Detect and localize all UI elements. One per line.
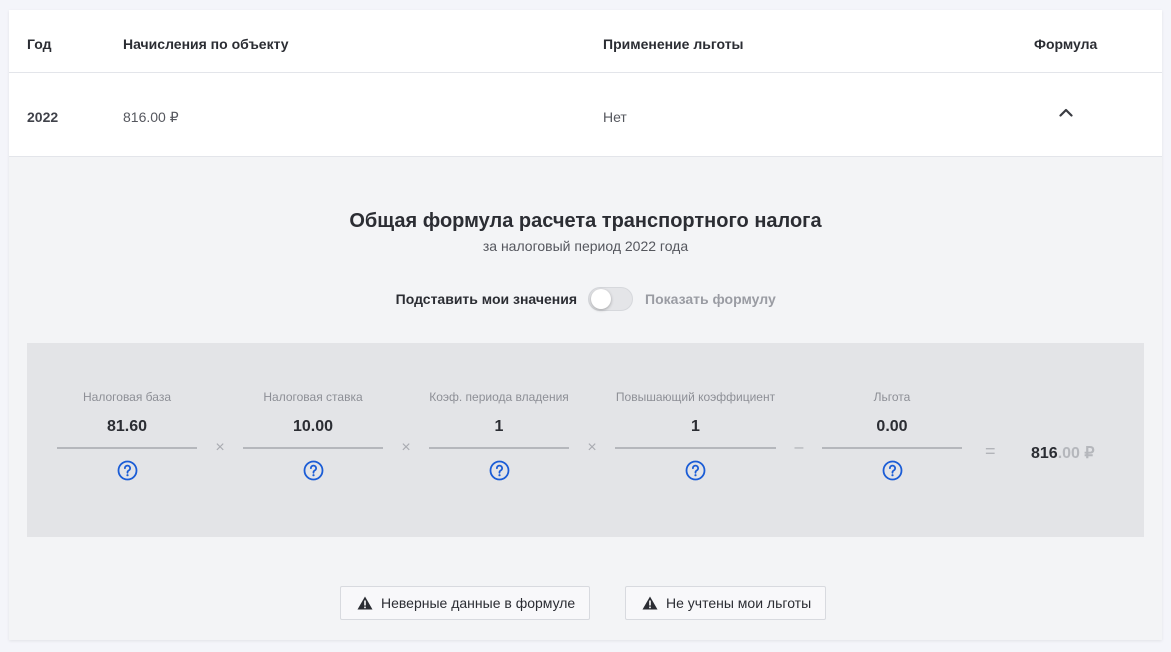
field-value: 1 <box>691 418 700 435</box>
row-charges: 816.00 ₽ <box>123 109 179 125</box>
toggle-label-my-values: Подставить мои значения <box>395 291 577 307</box>
formula-title: Общая формула расчета транспортного нало… <box>349 210 822 232</box>
field-label: Льгота <box>873 390 911 404</box>
warning-triangle-icon <box>642 596 658 610</box>
field-increasing-coefficient: Повышающий коэффициент 1 <box>615 343 776 537</box>
toggle-knob <box>591 289 611 309</box>
header-benefit: Применение льготы <box>603 36 744 52</box>
field-underline <box>822 447 962 449</box>
operator-equals: = <box>985 441 996 461</box>
missing-benefits-button[interactable]: Не учтены мои льготы <box>625 586 827 620</box>
question-circle-icon[interactable] <box>117 460 138 481</box>
chevron-up-icon[interactable] <box>1055 101 1077 123</box>
row-year: 2022 <box>27 109 59 125</box>
field-underline <box>243 447 383 449</box>
operator-multiply: × <box>587 439 597 456</box>
table-header: Год Начисления по объекту Применение льг… <box>9 10 1162 73</box>
formula-toggle-switch[interactable] <box>588 287 633 311</box>
field-underline <box>615 447 776 449</box>
field-label: Повышающий коэффициент <box>615 390 776 404</box>
formula-section: Общая формула расчета транспортного нало… <box>9 157 1162 640</box>
formula-toggle-row: Подставить мои значения Показать формулу <box>9 287 1162 311</box>
header-year: Год <box>27 36 52 52</box>
field-value: 1 <box>494 418 504 435</box>
field-value: 81.60 <box>106 418 148 435</box>
result-fraction: .00 ₽ <box>1057 445 1095 462</box>
wrong-data-label: Неверные данные в формуле <box>381 595 576 611</box>
tax-card: Год Начисления по объекту Применение льг… <box>9 10 1162 640</box>
field-underline <box>429 447 569 449</box>
field-benefit: Льгота 0.00 <box>822 343 962 537</box>
question-circle-icon[interactable] <box>303 460 324 481</box>
question-circle-icon[interactable] <box>685 460 706 481</box>
field-label: Коэф. периода владения <box>429 390 569 404</box>
warning-triangle-icon <box>357 596 373 610</box>
header-charges: Начисления по объекту <box>123 36 289 52</box>
table-row[interactable]: 2022 816.00 ₽ Нет <box>9 73 1162 157</box>
operator-multiply: × <box>215 439 225 456</box>
missing-benefits-label: Не учтены мои льготы <box>666 595 812 611</box>
field-label: Налоговая ставка <box>263 390 363 404</box>
formula-subtitle: за налоговый период 2022 года <box>482 238 689 254</box>
toggle-label-show-formula: Показать формулу <box>645 291 776 307</box>
question-circle-icon[interactable] <box>489 460 510 481</box>
field-underline <box>57 447 197 449</box>
field-label: Налоговая база <box>83 390 171 404</box>
formula-result: 816.00 ₽ <box>1031 443 1095 463</box>
row-benefit: Нет <box>603 109 627 125</box>
result-integer: 816 <box>1031 445 1058 462</box>
header-formula: Формула <box>1034 36 1098 52</box>
operator-minus: – <box>794 439 804 456</box>
field-value: 10.00 <box>292 418 334 435</box>
field-tax-rate: Налоговая ставка 10.00 <box>243 343 383 537</box>
question-circle-icon[interactable] <box>882 460 903 481</box>
operator-multiply: × <box>401 439 411 456</box>
formula-panel: Налоговая база 81.60 × Налоговая ставка … <box>27 343 1144 537</box>
field-value: 0.00 <box>876 418 908 435</box>
field-tax-base: Налоговая база 81.60 <box>57 343 197 537</box>
field-ownership-coefficient: Коэф. периода владения 1 <box>429 343 569 537</box>
wrong-data-button[interactable]: Неверные данные в формуле <box>340 586 591 620</box>
